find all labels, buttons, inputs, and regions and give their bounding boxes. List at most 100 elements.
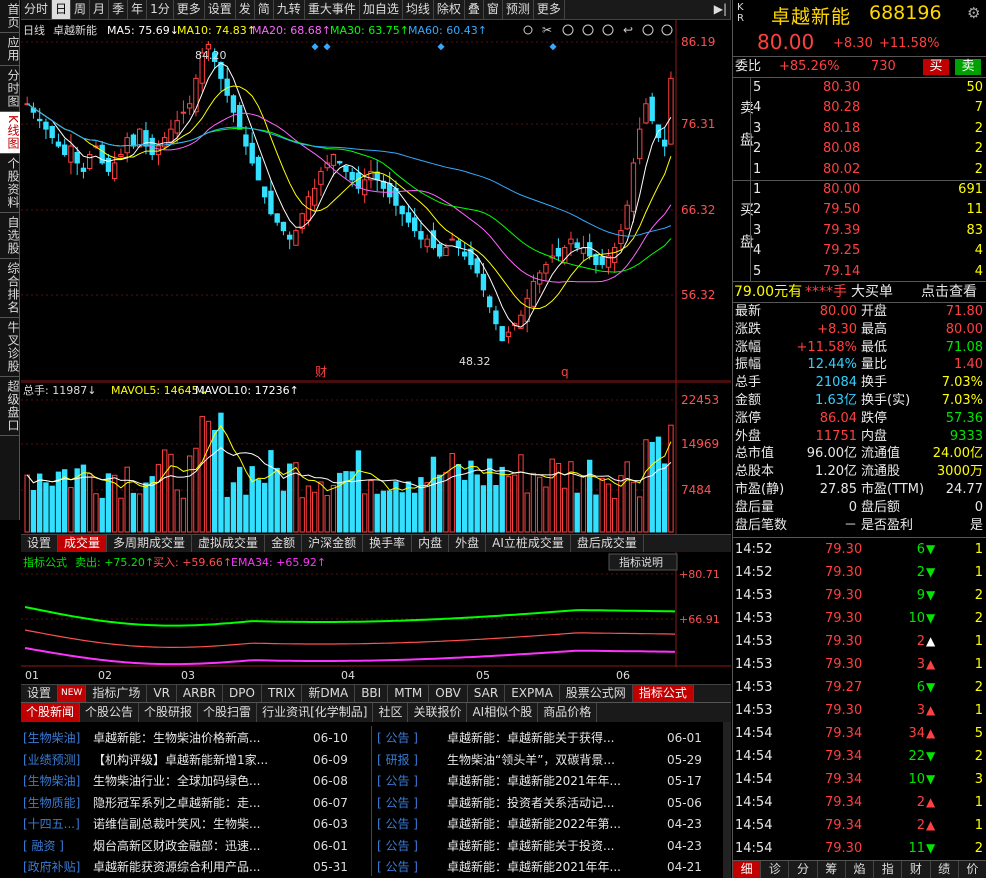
scissors-icon[interactable]: ✂	[542, 23, 552, 37]
indicator-tab-10[interactable]: OBV	[429, 685, 468, 702]
indicator-tab-12[interactable]: EXPMA	[505, 685, 560, 702]
left-tab-2[interactable]: 分时图	[0, 66, 20, 112]
left-tab-3[interactable]: K线图	[0, 112, 20, 154]
left-tab-8[interactable]: 超级盘口	[0, 377, 20, 436]
volume-tab-10[interactable]: 盘后成交量	[571, 535, 644, 552]
indicator-tab-1[interactable]: NEW	[58, 685, 87, 702]
book-row[interactable]: 2 80.08 2	[733, 139, 986, 159]
book-row[interactable]: 4 80.28 7	[733, 98, 986, 118]
kline-chart[interactable]: 日线 卓越新能 MA5: 75.69↓ MA10: 74.83↑ MA20: 6…	[21, 20, 731, 382]
undo-icon[interactable]: ↩	[623, 23, 633, 37]
book-row[interactable]: 3 80.18 2	[733, 119, 986, 139]
toolbar-end-icon[interactable]: ▶|	[711, 0, 731, 19]
volume-tab-2[interactable]: 多周期成交量	[107, 535, 193, 552]
toolbar-item-4[interactable]: 季	[109, 0, 129, 19]
book-row[interactable]: 1 80.00 691	[733, 180, 986, 200]
toolbar-item-1[interactable]: 日	[52, 0, 72, 19]
indicator-tab-13[interactable]: 股票公式网	[560, 685, 633, 702]
right-tab-5[interactable]: 指	[874, 861, 903, 878]
news-tab-5[interactable]: 社区	[373, 703, 409, 722]
news-tab-1[interactable]: 个股公告	[80, 703, 140, 722]
news-tab-0[interactable]: 个股新闻	[21, 703, 81, 722]
toolbar-item-5[interactable]: 年	[128, 0, 148, 19]
news-title[interactable]: 生物柴油“领头羊”，双碳背景...	[447, 750, 661, 771]
left-tab-1[interactable]: 应用	[0, 33, 20, 66]
indicator-tab-11[interactable]: SAR	[468, 685, 506, 702]
news-title[interactable]: 卓越新能：卓越新能2022年第...	[447, 814, 661, 835]
toolbar-item-19[interactable]: 更多	[534, 0, 565, 19]
indicator-tab-7[interactable]: 新DMA	[302, 685, 356, 702]
book-row[interactable]: 5 79.14 4	[733, 262, 986, 282]
news-tab-8[interactable]: 商品价格	[538, 703, 598, 722]
big-order-check[interactable]: 点击查看	[921, 282, 977, 302]
left-tab-4[interactable]: 个股资料	[0, 154, 20, 213]
toolbar-item-12[interactable]: 重大事件	[305, 0, 360, 19]
toolbar-item-2[interactable]: 周	[71, 0, 91, 19]
indicator-tab-6[interactable]: TRIX	[262, 685, 303, 702]
volume-tab-9[interactable]: AI立桩成交量	[486, 535, 571, 552]
news-title[interactable]: 生物柴油行业：全球加码绿色...	[93, 771, 307, 792]
news-title[interactable]: 诺维信副总裁叶笑风：生物柴...	[93, 814, 307, 835]
toolbar-item-10[interactable]: 简	[255, 0, 274, 19]
indicator-tab-2[interactable]: 指标广场	[86, 685, 148, 702]
left-tab-7[interactable]: 牛叉诊股	[0, 318, 20, 377]
book-row[interactable]: 4 79.25 4	[733, 241, 986, 261]
news-tab-3[interactable]: 个股扫雷	[198, 703, 258, 722]
right-tab-3[interactable]: 筹	[818, 861, 846, 878]
sell-button[interactable]: 卖	[955, 59, 981, 75]
news-title[interactable]: 卓越新能：卓越新能关于投资...	[447, 836, 661, 857]
volume-tab-0[interactable]: 设置	[21, 535, 59, 552]
toolbar-item-3[interactable]: 月	[90, 0, 110, 19]
news-title[interactable]: 卓越新能：卓越新能2021年年...	[447, 857, 661, 878]
book-row[interactable]: 1 80.02 2	[733, 160, 986, 180]
news-title[interactable]: 卓越新能获资源综合利用产品...	[93, 857, 307, 878]
news-tab-7[interactable]: AI相似个股	[467, 703, 539, 722]
indicator-tab-9[interactable]: MTM	[388, 685, 430, 702]
book-row[interactable]: 2 79.50 11	[733, 200, 986, 220]
toolbar-item-9[interactable]: 发	[236, 0, 255, 19]
left-tab-6[interactable]: 综合排名	[0, 259, 20, 318]
news-title[interactable]: 烟台高新区财政金融部：迅速...	[93, 836, 307, 857]
right-tab-7[interactable]: 绩	[931, 861, 959, 878]
right-tab-6[interactable]: 财	[902, 861, 931, 878]
toolbar-item-16[interactable]: 叠	[465, 0, 484, 19]
news-tab-4[interactable]: 行业资讯[化学制品]	[257, 703, 374, 722]
toolbar-item-14[interactable]: 均线	[403, 0, 434, 19]
finance-marker[interactable]: 财	[315, 365, 327, 379]
right-tab-1[interactable]: 诊	[761, 861, 790, 878]
gear-icon[interactable]: ⚙	[967, 4, 980, 22]
right-tab-4[interactable]: 焰	[846, 861, 875, 878]
indicator-tab-5[interactable]: DPO	[223, 685, 262, 702]
toolbar-item-8[interactable]: 设置	[205, 0, 236, 19]
indicator-tab-0[interactable]: 设置	[21, 685, 59, 702]
volume-tab-5[interactable]: 沪深金额	[302, 535, 364, 552]
toolbar-item-17[interactable]: 窗	[484, 0, 503, 19]
volume-tab-1[interactable]: 成交量	[58, 535, 108, 552]
left-tab-5[interactable]: 自选股	[0, 213, 20, 259]
news-title[interactable]: 卓越新能：生物柴油价格新高...	[93, 728, 307, 749]
volume-tab-8[interactable]: 外盘	[449, 535, 487, 552]
toolbar-item-15[interactable]: 除权	[434, 0, 465, 19]
news-title[interactable]: 卓越新能：卓越新能2021年年...	[447, 771, 661, 792]
q-marker[interactable]: q	[561, 365, 569, 379]
news-title[interactable]: 【机构评级】卓越新能新增1家...	[93, 750, 307, 771]
indicator-tab-3[interactable]: VR	[147, 685, 177, 702]
book-row[interactable]: 5 80.30 50	[733, 78, 986, 98]
kline-chart-svg[interactable]: 日线 卓越新能 MA5: 75.69↓ MA10: 74.83↑ MA20: 6…	[21, 20, 731, 382]
indicator-tab-8[interactable]: BBI	[355, 685, 389, 702]
news-tab-6[interactable]: 关联报价	[408, 703, 468, 722]
volume-tab-7[interactable]: 内盘	[412, 535, 450, 552]
toolbar-item-7[interactable]: 更多	[174, 0, 205, 19]
indicator-chart-svg[interactable]: 指标公式 卖出: +75.20↑ 买入: +59.66↑ EMA34: +65.…	[21, 552, 731, 682]
toolbar-item-6[interactable]: 1分	[147, 0, 174, 19]
indicator-chart[interactable]: 指标公式 卖出: +75.20↑ 买入: +59.66↑ EMA34: +65.…	[21, 552, 731, 682]
indicator-tab-4[interactable]: ARBR	[177, 685, 224, 702]
toolbar-item-18[interactable]: 预测	[503, 0, 534, 19]
left-tab-0[interactable]: 首页	[0, 0, 20, 33]
right-tab-2[interactable]: 分	[789, 861, 818, 878]
news-tab-2[interactable]: 个股研报	[139, 703, 199, 722]
book-row[interactable]: 3 79.39 83	[733, 221, 986, 241]
toolbar-item-11[interactable]: 九转	[274, 0, 305, 19]
news-title[interactable]: 卓越新能：投资者关系活动记...	[447, 793, 661, 814]
right-tab-8[interactable]: 价	[959, 861, 986, 878]
